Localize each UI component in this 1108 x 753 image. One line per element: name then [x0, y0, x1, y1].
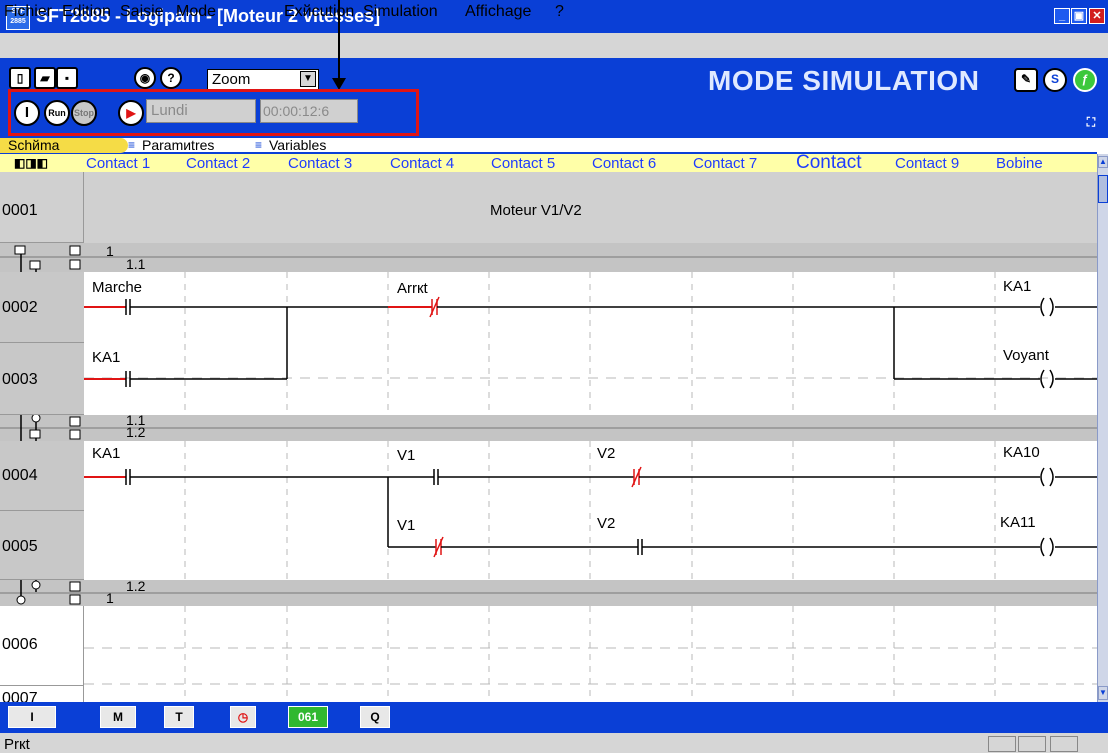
- column-header-cell: Contact 6: [592, 155, 657, 172]
- row-number[interactable]: 0005: [0, 511, 84, 580]
- contact-label[interactable]: Arrкt: [397, 280, 428, 297]
- annotation-arrow: [338, 0, 340, 82]
- contact-label[interactable]: KA1: [92, 349, 120, 366]
- vertical-scrollbar[interactable]: [1097, 154, 1108, 702]
- input-contact-icon[interactable]: I: [8, 706, 56, 728]
- row-number[interactable]: 0004: [0, 441, 84, 511]
- status-panel: [1018, 736, 1046, 752]
- scroll-thumb[interactable]: [1098, 175, 1108, 203]
- status-text: Prкt: [4, 736, 30, 753]
- tab-variables[interactable]: Variables: [269, 138, 326, 153]
- coil-label[interactable]: KA1: [1003, 278, 1031, 295]
- menu-simulation[interactable]: Simulation: [363, 3, 438, 21]
- chevron-down-icon[interactable]: ▼: [300, 71, 316, 87]
- column-header-cell: Contact 9: [895, 155, 960, 172]
- s-button[interactable]: S: [1043, 68, 1067, 92]
- output-icon[interactable]: Q: [360, 706, 390, 728]
- coil-label[interactable]: KA11: [1000, 514, 1036, 531]
- eye-icon[interactable]: ◉: [134, 67, 156, 89]
- column-header-cell: Contact 1: [86, 155, 151, 172]
- mode-label: MODE SIMULATION: [708, 65, 980, 96]
- help-icon[interactable]: ?: [160, 67, 182, 89]
- stop-button[interactable]: Stop: [71, 100, 97, 126]
- tab-parametres[interactable]: Paramиtres: [142, 138, 214, 153]
- contact-label[interactable]: Marche: [92, 279, 142, 296]
- maximize-button[interactable]: ▣: [1071, 8, 1087, 24]
- rung-comment: Moteur V1/V2: [490, 202, 582, 219]
- contact-label[interactable]: V2: [597, 445, 615, 462]
- row-number[interactable]: 0003: [0, 343, 84, 415]
- open-folder-icon[interactable]: ▰: [34, 67, 56, 89]
- column-header-cell: Bobine: [996, 155, 1043, 172]
- chart-icon[interactable]: ✎: [1014, 68, 1038, 92]
- column-header-cell: Contact 5: [491, 155, 556, 172]
- menu-fichier[interactable]: Fichier: [4, 3, 52, 21]
- menu-edition[interactable]: Edition: [62, 3, 111, 21]
- tab-sep-icon: ≡: [128, 138, 136, 152]
- column-header-cell: Contact 2: [186, 155, 251, 172]
- menu-saisie[interactable]: Saisie: [120, 3, 164, 21]
- menu-help[interactable]: ?: [555, 3, 564, 21]
- menu-execution[interactable]: Exйcution: [284, 3, 354, 21]
- coil-label[interactable]: KA10: [1003, 444, 1040, 461]
- new-file-icon[interactable]: ▯: [9, 67, 31, 89]
- row-number[interactable]: 0002: [0, 272, 84, 343]
- save-icon[interactable]: ▪: [56, 67, 78, 89]
- run-button[interactable]: Run: [44, 100, 70, 126]
- row-number[interactable]: 0001: [0, 172, 84, 243]
- column-header-cell: Contact: [796, 152, 862, 173]
- time-field[interactable]: 00:00:12:6: [260, 99, 358, 123]
- clock-icon[interactable]: ◷: [230, 706, 256, 728]
- counter-icon[interactable]: 061: [288, 706, 328, 728]
- ladder-grid[interactable]: 0001 0002 0003 0004 0005 0006 0007 Moteu…: [0, 172, 1097, 702]
- column-header-cell: Contact 3: [288, 155, 353, 172]
- minimize-button[interactable]: _: [1054, 8, 1070, 24]
- section-label: 1: [106, 243, 114, 259]
- memory-icon[interactable]: M: [100, 706, 136, 728]
- timer-icon[interactable]: T: [164, 706, 194, 728]
- scroll-up-icon[interactable]: ▲: [1098, 156, 1108, 168]
- row-number[interactable]: 0007: [0, 686, 84, 702]
- day-field[interactable]: Lundi: [146, 99, 256, 123]
- cursor-icon[interactable]: I: [14, 100, 40, 126]
- binoculars-icon[interactable]: ⛶: [1080, 111, 1102, 131]
- sf-logo-icon[interactable]: ƒ: [1073, 68, 1097, 92]
- scroll-down-icon[interactable]: ▼: [1098, 686, 1108, 700]
- column-header-cell: Contact 4: [390, 155, 455, 172]
- tab-sep-icon: ≡: [255, 138, 263, 152]
- contact-label[interactable]: KA1: [92, 445, 120, 462]
- grid-toggle-icon[interactable]: ◧◨◧: [14, 156, 48, 170]
- pause-step-icon[interactable]: ▶: [118, 100, 144, 126]
- row-number[interactable]: 0006: [0, 606, 84, 686]
- contact-label[interactable]: V2: [597, 515, 615, 532]
- status-panel: [1050, 736, 1078, 752]
- column-header-cell: Contact 7: [693, 155, 758, 172]
- menu-affichage[interactable]: Affichage: [465, 3, 531, 21]
- close-button[interactable]: ✕: [1089, 8, 1105, 24]
- status-bar: [0, 733, 1108, 753]
- section-label: 1.2: [126, 578, 146, 594]
- coil-label[interactable]: Voyant: [1003, 347, 1049, 364]
- section-label: 1: [106, 590, 114, 606]
- section-label: 1.2: [126, 424, 146, 440]
- tab-schema[interactable]: Schйma: [0, 138, 128, 153]
- menu-mode[interactable]: Mode: [176, 3, 216, 21]
- contact-label[interactable]: V1: [397, 447, 415, 464]
- status-panel: [988, 736, 1016, 752]
- contact-label[interactable]: V1: [397, 517, 415, 534]
- ladder-lines: [0, 172, 1097, 702]
- section-label: 1.1: [126, 256, 146, 272]
- menu-bar: [0, 33, 1108, 58]
